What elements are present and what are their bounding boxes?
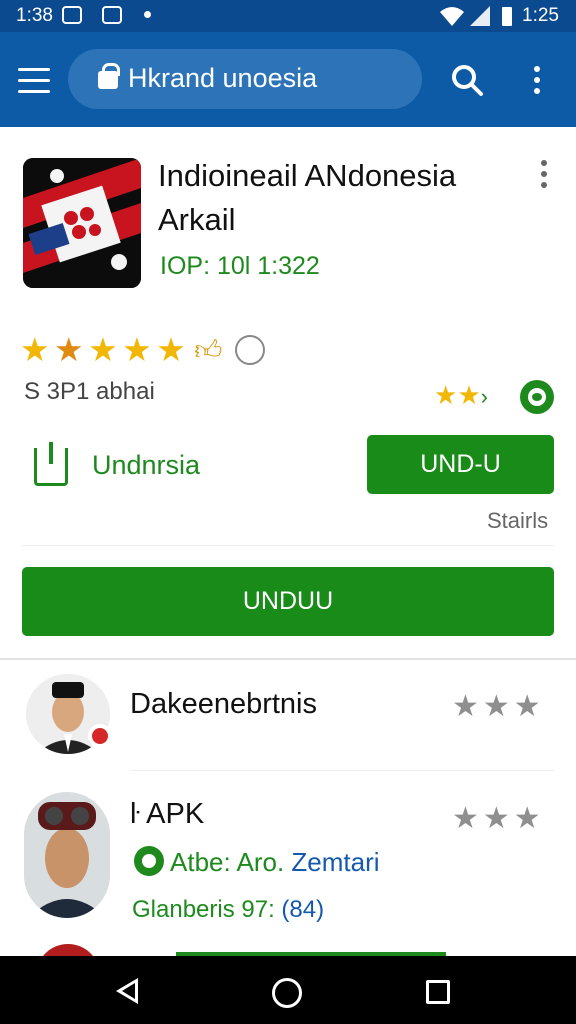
item-rating-stars: ★★★ bbox=[452, 690, 545, 723]
star-icon: ★ bbox=[20, 331, 50, 368]
url-text: Hkrand unoesia bbox=[128, 63, 318, 93]
download-button[interactable]: UND-U bbox=[367, 435, 554, 494]
status-time-right: 1:25 bbox=[522, 5, 559, 26]
more-vert-icon[interactable] bbox=[537, 160, 551, 190]
dot-icon bbox=[144, 11, 151, 18]
meta-value: (84) bbox=[281, 896, 325, 923]
rating-stars: ★ ★ ★ ★ ★ 👍︎ bbox=[20, 333, 265, 367]
download-status: Stairls bbox=[487, 508, 549, 533]
star-icon: ★ bbox=[122, 331, 152, 368]
battery-icon bbox=[502, 7, 512, 26]
avatar[interactable] bbox=[24, 792, 110, 918]
url-bar[interactable]: Hkrand unoesia bbox=[68, 49, 422, 109]
divider bbox=[22, 545, 554, 546]
lock-icon bbox=[98, 63, 120, 89]
rating-subtitle: S 3P1 abhai bbox=[24, 378, 155, 405]
item-detail-line: Atbe: Aro. Zemtari bbox=[134, 846, 380, 878]
status-time-left: 1:38 bbox=[16, 5, 53, 26]
avatar-badge-icon bbox=[88, 724, 112, 748]
app-bar: Hkrand unoesia bbox=[0, 32, 576, 127]
notification-icon bbox=[102, 6, 122, 24]
signal-battery-icons bbox=[440, 6, 512, 26]
back-icon[interactable] bbox=[116, 978, 138, 1004]
detail-value[interactable]: Zemtari bbox=[291, 847, 379, 877]
download-wide-button[interactable]: UNDUU bbox=[22, 567, 554, 636]
small-rating-stars: ★★› bbox=[434, 380, 488, 411]
detail-label: Atbe: Aro. bbox=[170, 847, 285, 877]
app-meta: IOP: 10l 1:322 bbox=[160, 252, 320, 280]
list-item-title[interactable]: Dakeenebrtnis bbox=[130, 688, 317, 721]
star-icon: ★ bbox=[434, 380, 458, 410]
status-bar: 1:38 1:25 bbox=[0, 0, 576, 32]
star-icon: ★ bbox=[156, 331, 186, 368]
recents-icon[interactable] bbox=[426, 980, 450, 1004]
thumbs-up-icon[interactable]: 👍︎ bbox=[194, 333, 222, 367]
search-icon[interactable] bbox=[450, 63, 484, 97]
star-icon: ★ bbox=[457, 380, 481, 410]
item-meta-line: Glanberis 97: (84) bbox=[132, 896, 324, 924]
app-logo-icon bbox=[23, 158, 141, 288]
list-item-title[interactable]: ŀ APK bbox=[130, 798, 204, 831]
badge-icon[interactable] bbox=[234, 335, 265, 365]
divider bbox=[130, 770, 554, 771]
divider bbox=[0, 658, 576, 660]
home-icon[interactable] bbox=[272, 978, 302, 1008]
star-icon: ★ bbox=[54, 331, 84, 368]
menu-icon[interactable] bbox=[18, 68, 52, 94]
whatsapp-icon bbox=[134, 846, 164, 876]
meta-label: Glanberis 97: bbox=[132, 896, 275, 923]
signal-icon bbox=[470, 6, 490, 26]
star-icon: ★ bbox=[88, 331, 118, 368]
whatsapp-icon[interactable] bbox=[520, 380, 554, 414]
wifi-icon bbox=[440, 7, 464, 26]
chevron-right-icon: › bbox=[480, 384, 488, 409]
download-icon bbox=[34, 442, 68, 486]
app-title: Indioineail ANdonesia Arkail bbox=[158, 158, 457, 237]
item-rating-stars: ★★★ bbox=[452, 802, 545, 835]
picture-in-picture-icon bbox=[62, 6, 82, 24]
download-link-label: Undnrsia bbox=[92, 450, 201, 480]
more-vert-icon[interactable] bbox=[530, 66, 544, 96]
